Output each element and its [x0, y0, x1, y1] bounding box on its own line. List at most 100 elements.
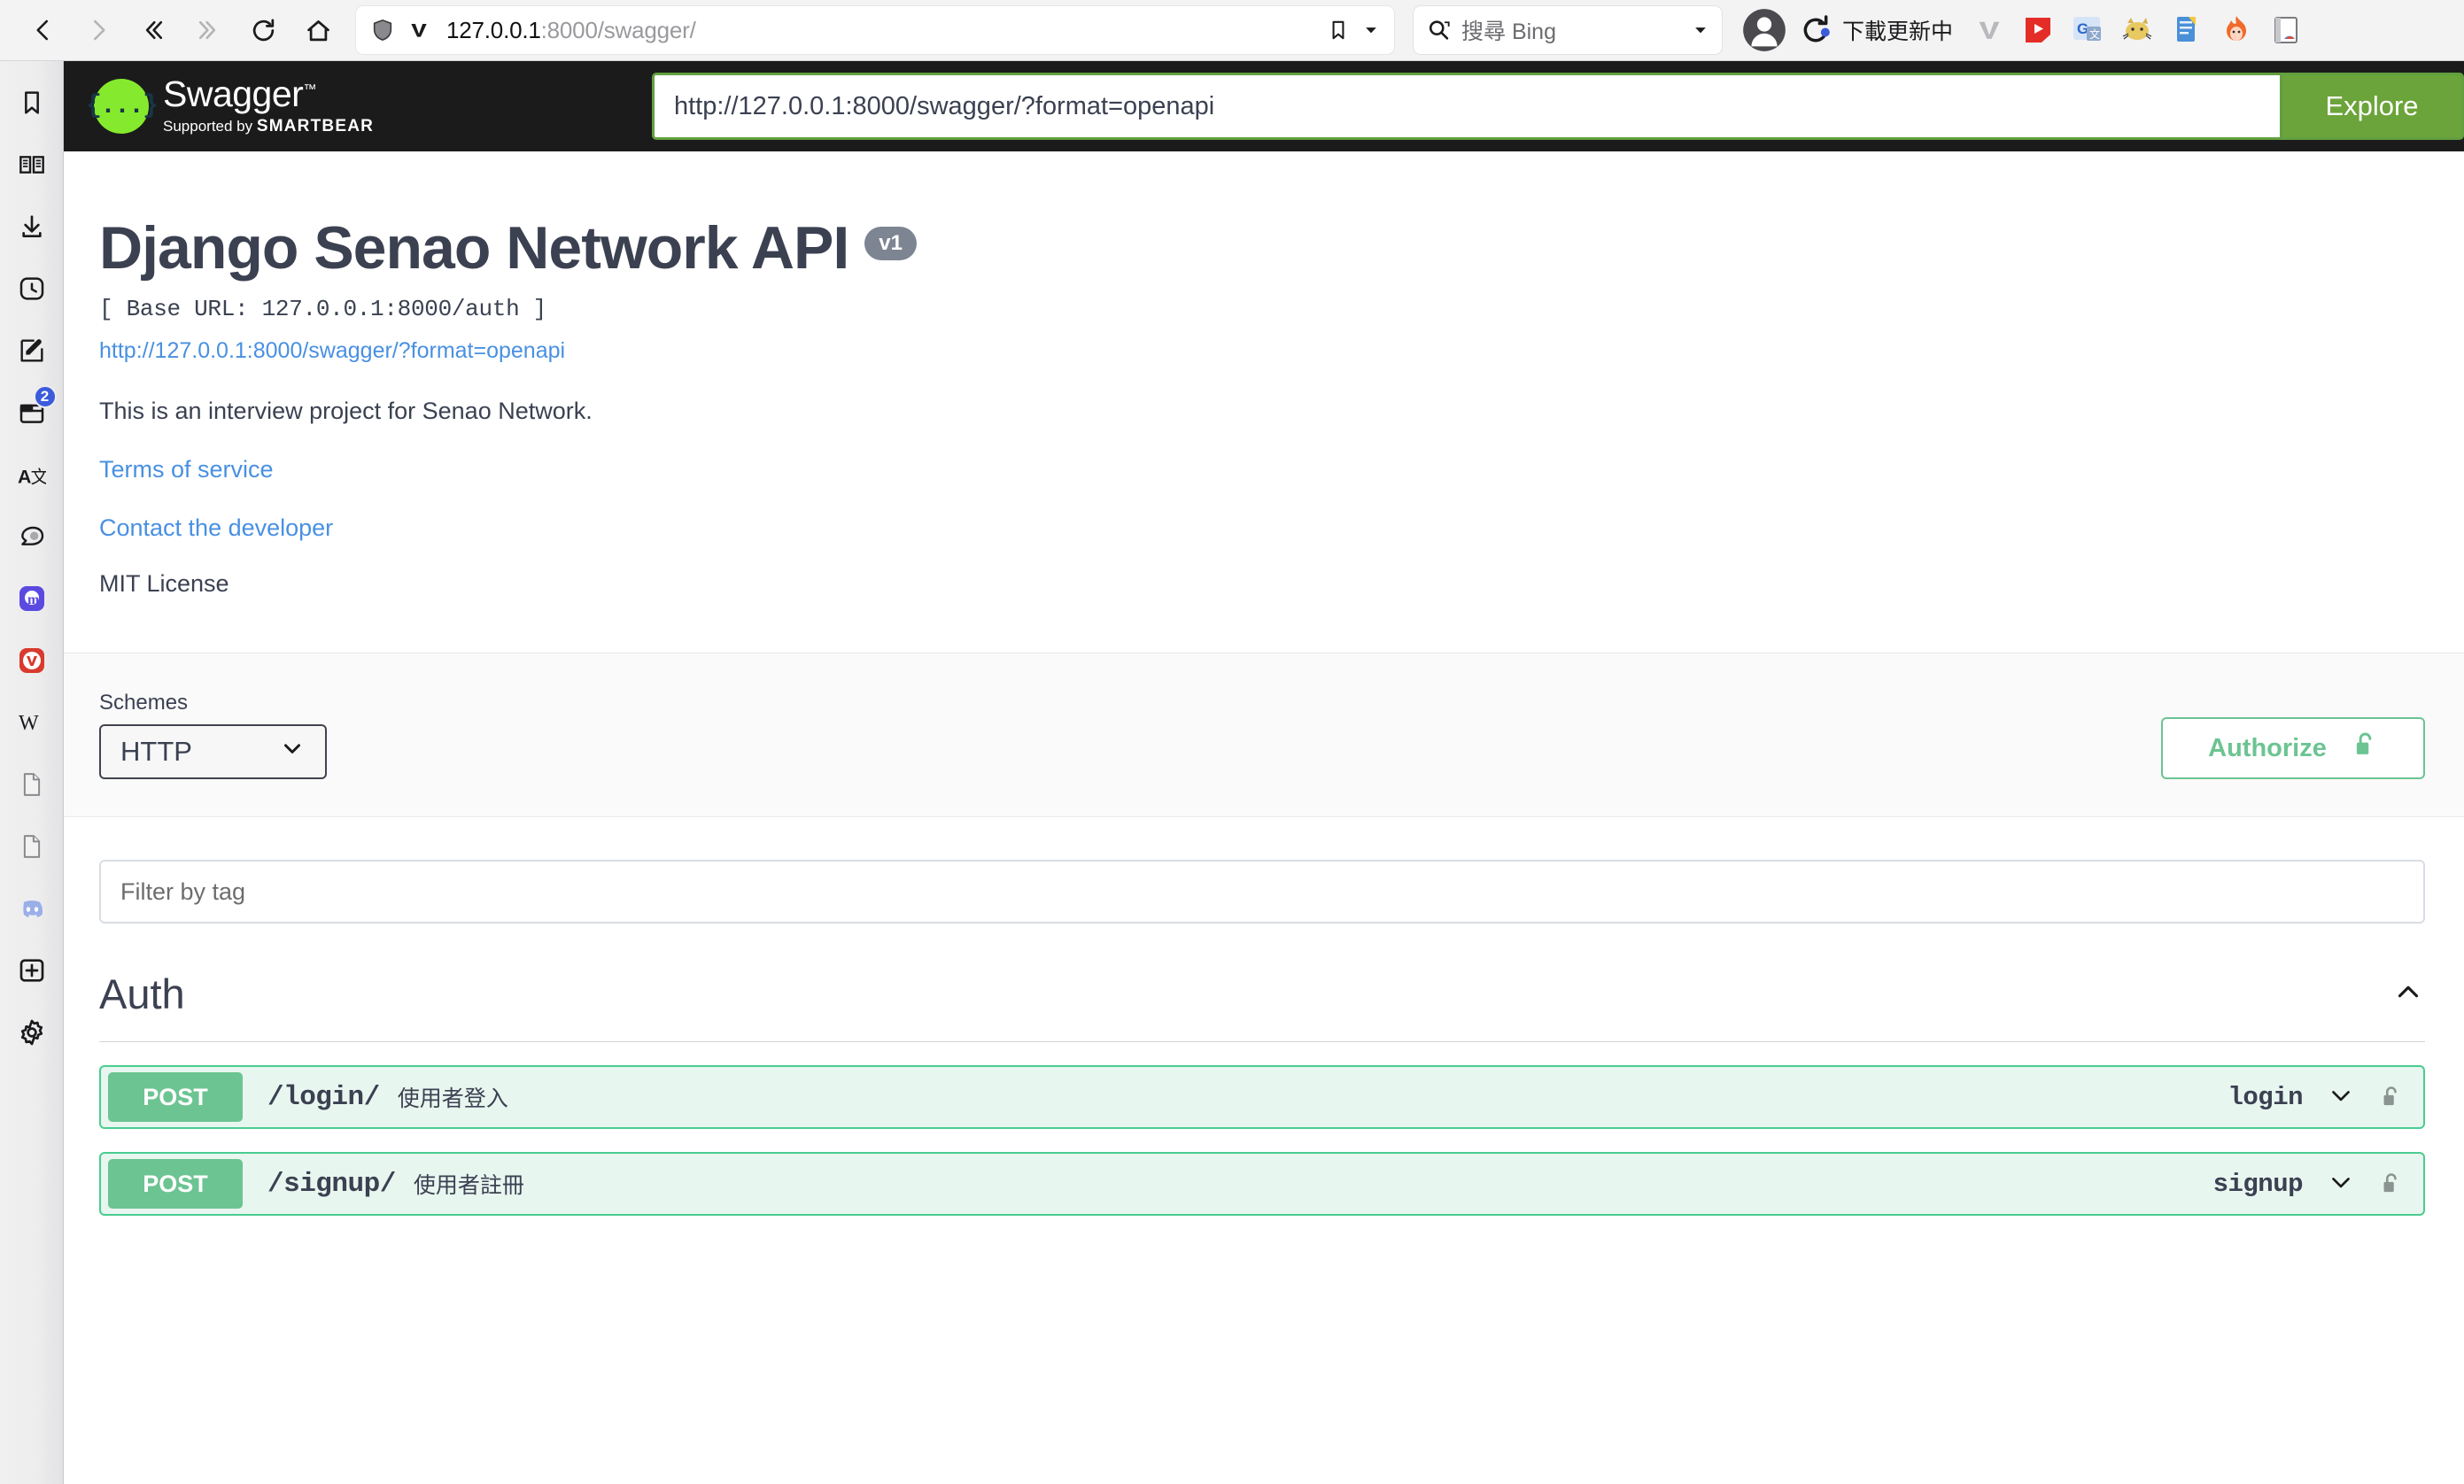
operation-row-right: login	[2228, 1080, 2411, 1115]
terms-of-service-link[interactable]: Terms of service	[99, 456, 2464, 483]
download-icon	[18, 213, 46, 241]
schemes-select[interactable]: HTTP	[99, 724, 327, 779]
gear-icon	[17, 1017, 47, 1047]
chevron-down-icon[interactable]	[2326, 1167, 2356, 1202]
search-input-placeholder: 搜尋 Bing	[1461, 14, 1556, 46]
fire-extension-button[interactable]	[2220, 14, 2252, 46]
forward-button[interactable]	[71, 3, 126, 58]
chevron-down-icon[interactable]	[1362, 21, 1380, 39]
schemes-selected-value: HTTP	[120, 736, 192, 768]
sidebar-item-discord[interactable]	[7, 885, 57, 932]
rewind-button[interactable]	[126, 3, 181, 58]
discord-icon	[17, 895, 47, 922]
explore-button[interactable]: Explore	[2280, 73, 2464, 140]
operation-id: login	[2228, 1083, 2303, 1112]
operation-summary: 使用者註冊	[414, 1168, 524, 1200]
back-button[interactable]	[16, 3, 71, 58]
vivaldi-v-icon	[1974, 15, 2004, 45]
chevron-down-icon[interactable]	[2326, 1080, 2356, 1115]
vivaldi-icon	[407, 19, 430, 42]
chevron-down-icon[interactable]	[1692, 21, 1709, 39]
forward-arrow-icon	[85, 17, 112, 43]
chevron-up-icon[interactable]	[2391, 975, 2425, 1013]
sidebar-item-webpanel-doc-2[interactable]	[7, 823, 57, 870]
contact-developer-link[interactable]: Contact the developer	[99, 514, 2464, 542]
svg-text:文: 文	[30, 467, 45, 487]
schemes-block: Schemes HTTP	[99, 691, 327, 779]
address-bar[interactable]: 127.0.0.1:8000/swagger/	[356, 6, 1394, 54]
page-title: Django Senao Network API	[99, 218, 848, 278]
operation-row-login[interactable]: POST /login/ 使用者登入 login	[99, 1065, 2425, 1129]
unlock-icon[interactable]	[2379, 1171, 2402, 1197]
operation-path: /login/	[267, 1082, 380, 1113]
license-text: MIT License	[99, 570, 2464, 598]
operation-summary: 使用者登入	[398, 1081, 508, 1113]
plus-box-icon	[18, 956, 46, 985]
window-panel-badge: 2	[34, 385, 57, 408]
fastforward-double-arrow-icon	[195, 17, 221, 43]
vivaldi-icon	[17, 645, 47, 676]
swagger-wordmark-text: Swagger™	[163, 76, 374, 112]
sidebar-item-notes[interactable]	[7, 327, 57, 375]
sidebar-item-reading-list[interactable]	[7, 141, 57, 189]
profile-avatar[interactable]	[1741, 7, 1787, 53]
sidebar-item-feeds[interactable]	[7, 513, 57, 560]
notes-extension-button[interactable]	[2171, 14, 2203, 46]
sidebar-item-downloads[interactable]	[7, 203, 57, 251]
sync-button[interactable]	[1798, 12, 1833, 48]
search-bar[interactable]: 搜尋 Bing	[1414, 6, 1722, 54]
sidebar-item-vivaldi[interactable]	[7, 637, 57, 684]
sidebar-item-add-web-panel[interactable]	[7, 947, 57, 994]
smartbear-brand: SMARTBEAR	[257, 117, 374, 135]
reload-button[interactable]	[236, 3, 291, 58]
note-edit-icon	[18, 336, 46, 365]
supported-by-prefix: Supported by	[163, 118, 257, 135]
schemes-label: Schemes	[99, 691, 327, 715]
http-method-badge: POST	[108, 1159, 243, 1209]
spec-url-form: Explore	[652, 73, 2464, 140]
schemes-row: Schemes HTTP Authorize	[64, 653, 2464, 816]
sidebar-item-window[interactable]: 2	[7, 389, 57, 437]
spec-url-input[interactable]	[652, 73, 2280, 140]
bookmark-icon[interactable]	[1327, 19, 1350, 42]
search-icon	[1426, 18, 1451, 43]
tag-title: Auth	[99, 970, 185, 1018]
swagger-topbar: {...} Swagger™ Supported by SMARTBEAR Ex…	[64, 61, 2464, 151]
fire-extension-icon	[2220, 14, 2252, 46]
sidebar-item-mastodon[interactable]: m	[7, 575, 57, 622]
swagger-supported-by: Supported by SMARTBEAR	[163, 117, 374, 136]
swagger-logo[interactable]: {...} Swagger™ Supported by SMARTBEAR	[94, 76, 625, 136]
sidebar-item-panel-settings[interactable]	[7, 1009, 57, 1056]
tag-header[interactable]: Auth	[99, 970, 2425, 1042]
sidebar-item-webpanel-doc-1[interactable]	[7, 761, 57, 808]
vivaldi-side-panel: 2 A文 m W	[0, 61, 64, 1484]
home-button[interactable]	[291, 3, 345, 58]
youtube-extension-button[interactable]	[2022, 14, 2054, 46]
svg-text:A: A	[18, 466, 31, 487]
filter-by-tag-input[interactable]	[99, 860, 2425, 924]
svg-text:m: m	[27, 592, 40, 607]
authorize-button[interactable]: Authorize	[2161, 717, 2425, 779]
base-url-text: [ Base URL: 127.0.0.1:8000/auth ]	[99, 296, 2464, 322]
cat-extension-button[interactable]	[2121, 14, 2153, 46]
archive-extension-button[interactable]	[2270, 14, 2302, 46]
google-translate-button[interactable]: G 文	[2072, 14, 2104, 46]
operation-row-signup[interactable]: POST /signup/ 使用者註冊 signup	[99, 1152, 2425, 1216]
fastforward-button[interactable]	[181, 3, 236, 58]
vivaldi-v-button[interactable]	[1974, 15, 2004, 45]
version-badge: v1	[864, 227, 917, 260]
spec-url-link[interactable]: http://127.0.0.1:8000/swagger/?format=op…	[99, 338, 2464, 364]
wikipedia-icon: W	[17, 707, 47, 738]
operation-path: /signup/	[267, 1169, 396, 1200]
sync-icon	[1798, 12, 1833, 48]
notes-extension-icon	[2171, 14, 2203, 46]
sidebar-item-translate[interactable]: A文	[7, 451, 57, 499]
sidebar-item-history[interactable]	[7, 265, 57, 313]
api-info-block: Django Senao Network API v1 [ Base URL: …	[64, 151, 2464, 598]
unlock-icon	[2352, 730, 2378, 767]
address-bar-text: 127.0.0.1:8000/swagger/	[446, 17, 696, 44]
unlock-icon[interactable]	[2379, 1084, 2402, 1110]
sidebar-item-wikipedia[interactable]: W	[7, 699, 57, 746]
sidebar-item-bookmarks[interactable]	[7, 79, 57, 127]
page-icon	[19, 833, 45, 860]
